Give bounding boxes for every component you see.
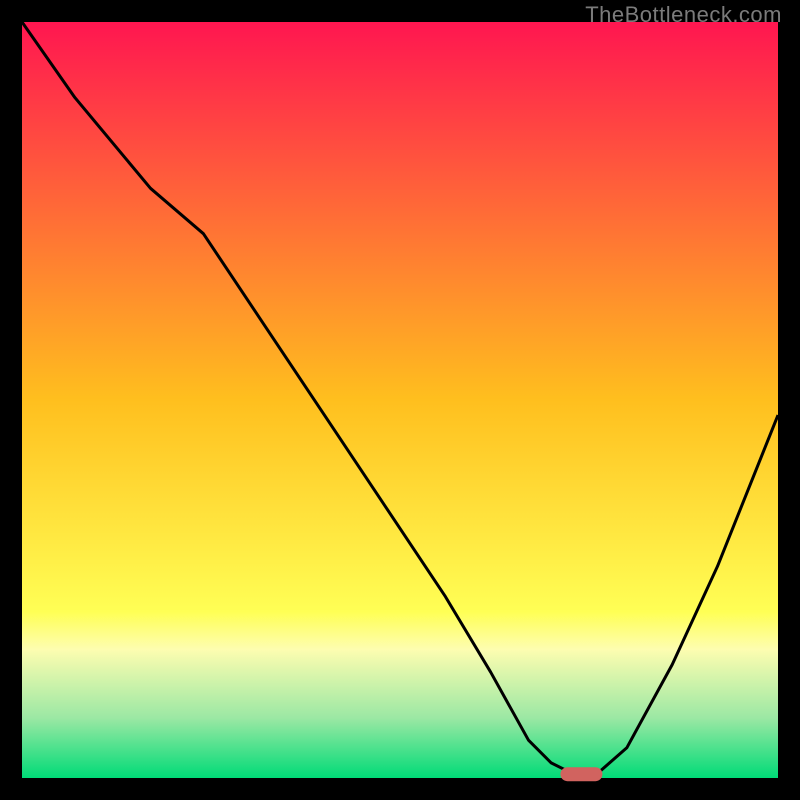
- bottleneck-chart: [0, 0, 800, 800]
- watermark-text: TheBottleneck.com: [585, 2, 782, 28]
- chart-frame: TheBottleneck.com: [0, 0, 800, 800]
- optimum-marker: [560, 767, 602, 781]
